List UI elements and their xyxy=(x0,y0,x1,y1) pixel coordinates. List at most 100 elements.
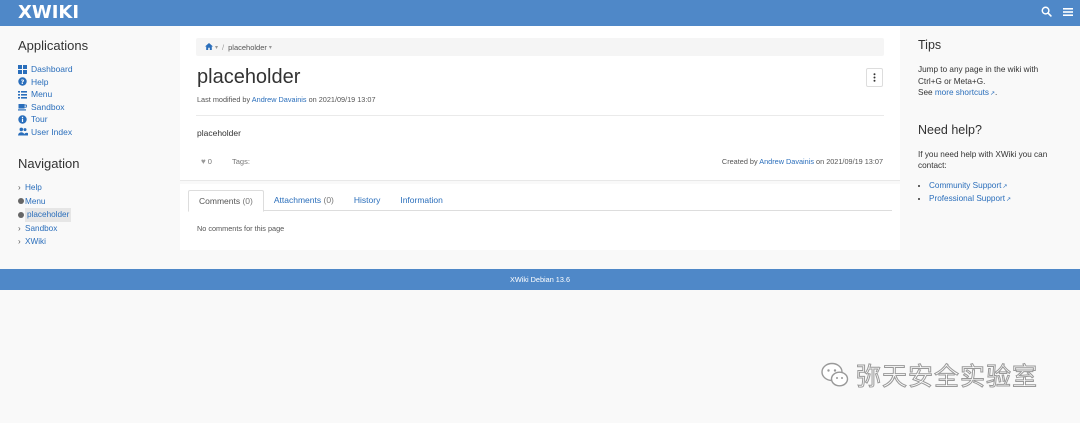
info-icon xyxy=(18,115,27,124)
external-link-icon: ↗ xyxy=(1006,196,1012,203)
tab-information[interactable]: Information xyxy=(390,190,453,211)
chevron-right-icon[interactable]: › xyxy=(18,181,25,195)
left-panel: Applications Dashboard ? Help Menu Sandb… xyxy=(18,38,168,249)
tab-attachments[interactable]: Attachments (0) xyxy=(264,190,344,211)
navigation-title: Navigation xyxy=(18,156,80,171)
tips-title: Tips xyxy=(918,38,942,52)
nav-link-placeholder[interactable]: placeholder xyxy=(25,208,72,222)
navigation-tree: › Help Menu placeholder › Sandbox › XWik… xyxy=(18,181,168,249)
nav-item-help[interactable]: › Help xyxy=(18,181,168,195)
app-link-sandbox[interactable]: Sandbox xyxy=(31,101,65,114)
svg-text:?: ? xyxy=(21,78,25,86)
created-date: on 2021/09/19 13:07 xyxy=(816,157,883,166)
watermark-text: 弥天安全实验室 xyxy=(855,362,1039,392)
help-text: If you need help with XWiki you can cont… xyxy=(918,149,1048,171)
breadcrumb-separator: / xyxy=(222,42,225,52)
users-icon xyxy=(18,127,28,136)
chevron-right-icon[interactable]: › xyxy=(18,222,25,236)
nav-item-placeholder[interactable]: placeholder xyxy=(18,208,168,222)
app-link-user-index[interactable]: User Index xyxy=(31,126,72,139)
docextra-tabs: Comments (0) Attachments (0) History Inf… xyxy=(188,190,892,212)
main-content: ▾ / placeholder ▾ placeholder Last modif… xyxy=(180,26,900,181)
last-modified-author-link[interactable]: Andrew Davainis xyxy=(252,95,307,104)
tab-comments[interactable]: Comments (0) xyxy=(188,190,264,212)
nav-item-sandbox[interactable]: › Sandbox xyxy=(18,222,168,236)
page-content: placeholder xyxy=(197,128,241,138)
app-link-tour[interactable]: Tour xyxy=(31,113,48,126)
chevron-down-icon[interactable]: ▾ xyxy=(269,44,272,51)
external-link-icon: ↗ xyxy=(1002,183,1008,190)
app-item-sandbox[interactable]: Sandbox xyxy=(18,101,168,114)
top-navbar: XWIKI xyxy=(0,0,1080,26)
tab-content: No comments for this page xyxy=(197,224,285,233)
app-link-dashboard[interactable]: Dashboard xyxy=(31,63,73,76)
more-shortcuts-link[interactable]: more shortcuts xyxy=(935,88,989,97)
help-link-item: Professional Support↗ xyxy=(929,193,1068,206)
right-panel: Tips Jump to any page in the wiki with C… xyxy=(918,38,1068,206)
footer-version: XWiki Debian 13.6 xyxy=(509,275,571,284)
page-title: placeholder xyxy=(197,66,301,88)
xwiki-logo[interactable]: XWIKI xyxy=(18,3,79,23)
watermark: 弥天安全实验室 xyxy=(820,359,1039,392)
like-button[interactable]: ♥ 0 xyxy=(201,157,212,166)
created-author-link[interactable]: Andrew Davainis xyxy=(759,157,814,166)
help-icon: ? xyxy=(18,77,27,86)
divider xyxy=(196,115,884,116)
app-item-menu[interactable]: Menu xyxy=(18,88,168,101)
breadcrumb: ▾ / placeholder ▾ xyxy=(196,38,884,56)
list-icon xyxy=(18,90,27,99)
tips-line2: Ctrl+G or Meta+G. xyxy=(918,76,986,86)
tags-label: Tags: xyxy=(232,157,250,166)
search-icon[interactable] xyxy=(1038,5,1054,21)
app-item-tour[interactable]: Tour xyxy=(18,113,168,126)
app-link-menu[interactable]: Menu xyxy=(31,88,52,101)
tab-count: (0) xyxy=(323,195,334,205)
more-actions-button[interactable] xyxy=(866,68,883,87)
leaf-dot-icon xyxy=(18,198,24,205)
help-links: Community Support↗ Professional Support↗ xyxy=(918,180,1068,206)
last-modified-prefix: Last modified by xyxy=(197,95,251,104)
tips-see: See xyxy=(918,88,933,97)
app-link-help[interactable]: Help xyxy=(31,76,48,89)
need-help-title: Need help? xyxy=(918,122,982,137)
tips-text: Jump to any page in the wiki with Ctrl+G… xyxy=(918,64,1068,101)
community-support-link[interactable]: Community Support xyxy=(929,181,1001,190)
footer: XWiki Debian 13.6 xyxy=(0,269,1080,290)
leaf-dot-icon xyxy=(18,211,24,218)
tab-label: History xyxy=(353,195,381,205)
home-icon[interactable] xyxy=(205,42,213,52)
hamburger-icon[interactable] xyxy=(1060,5,1076,21)
created-prefix: Created by xyxy=(721,157,758,166)
nav-item-menu[interactable]: Menu xyxy=(18,195,168,209)
help-link-item: Community Support↗ xyxy=(929,180,1068,193)
professional-support-link[interactable]: Professional Support xyxy=(929,194,1005,203)
chevron-down-icon[interactable]: ▾ xyxy=(215,44,218,51)
tab-count: (0) xyxy=(242,196,253,206)
nav-link-menu[interactable]: Menu xyxy=(25,195,45,209)
nav-link-help[interactable]: Help xyxy=(25,181,42,195)
nav-item-xwiki[interactable]: › XWiki xyxy=(18,235,168,249)
breadcrumb-current: placeholder xyxy=(228,42,267,52)
tips-line1: Jump to any page in the wiki with xyxy=(918,65,1039,74)
tips-end: . xyxy=(995,88,998,97)
cup-icon xyxy=(18,102,28,111)
created-info: Created by Andrew Davainis on 2021/09/19… xyxy=(722,157,883,166)
tab-label: Attachments xyxy=(273,195,322,205)
tab-history[interactable]: History xyxy=(344,190,390,211)
nav-link-sandbox[interactable]: Sandbox xyxy=(25,222,57,236)
dashboard-icon xyxy=(18,64,27,74)
like-count: 0 xyxy=(207,157,212,166)
last-modified: Last modified by Andrew Davainis on 2021… xyxy=(197,95,376,104)
app-item-user-index[interactable]: User Index xyxy=(18,126,168,139)
tab-label: Information xyxy=(400,195,443,205)
last-modified-date: on 2021/09/19 13:07 xyxy=(308,95,376,104)
app-item-dashboard[interactable]: Dashboard xyxy=(18,63,168,76)
docextra-panel: Comments (0) Attachments (0) History Inf… xyxy=(180,184,900,250)
tips-line3: See more shortcuts↗. xyxy=(918,87,1068,101)
app-item-help[interactable]: ? Help xyxy=(18,76,168,89)
chevron-right-icon[interactable]: › xyxy=(18,235,25,249)
applications-list: Dashboard ? Help Menu Sandbox Tour User … xyxy=(18,63,168,138)
nav-link-xwiki[interactable]: XWiki xyxy=(25,235,46,249)
applications-title: Applications xyxy=(18,38,89,53)
heart-icon: ♥ xyxy=(201,157,206,166)
